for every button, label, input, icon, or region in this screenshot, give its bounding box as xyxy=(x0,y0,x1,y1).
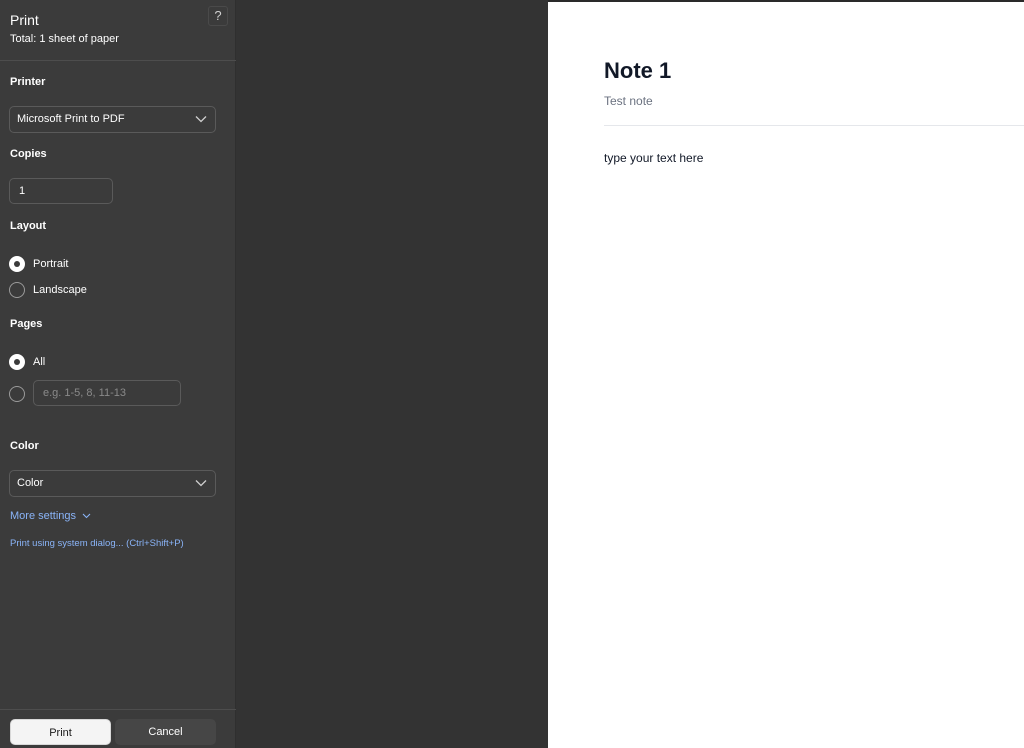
print-settings-panel: Print Total: 1 sheet of paper ? Printer … xyxy=(0,0,236,748)
pages-all-option[interactable]: All xyxy=(9,353,45,371)
copies-label: Copies xyxy=(10,148,47,160)
pages-all-label: All xyxy=(33,356,46,368)
cancel-button[interactable]: Cancel xyxy=(115,719,216,745)
more-settings-link[interactable]: More settings xyxy=(10,510,91,522)
copies-input[interactable]: 1 xyxy=(9,178,113,204)
header-divider xyxy=(0,60,236,61)
pages-custom-input[interactable]: e.g. 1-5, 8, 11-13 xyxy=(33,380,181,406)
landscape-label: Landscape xyxy=(33,284,87,296)
chevron-down-icon xyxy=(195,480,207,487)
pages-all-radio[interactable] xyxy=(9,354,25,370)
color-label: Color xyxy=(10,440,39,452)
landscape-radio[interactable] xyxy=(9,282,25,298)
chevron-down-icon xyxy=(82,513,91,519)
note-title: Note 1 xyxy=(604,58,672,83)
printer-label: Printer xyxy=(10,76,46,88)
chevron-down-icon xyxy=(195,116,207,123)
portrait-radio[interactable] xyxy=(9,256,25,272)
printer-select[interactable]: Microsoft Print to PDF xyxy=(9,106,216,133)
layout-portrait-option[interactable]: Portrait xyxy=(9,255,68,273)
note-divider xyxy=(604,125,1024,126)
help-icon: ? xyxy=(214,8,222,23)
pages-label: Pages xyxy=(10,318,43,330)
layout-landscape-option[interactable]: Landscape xyxy=(9,281,87,299)
color-select-value: Color xyxy=(17,477,44,489)
preview-page: Note 1 Test note type your text here xyxy=(548,0,1024,748)
note-subtitle: Test note xyxy=(604,94,653,108)
pages-custom-option[interactable] xyxy=(9,385,25,403)
footer-divider xyxy=(0,709,236,710)
system-dialog-link[interactable]: Print using system dialog... (Ctrl+Shift… xyxy=(10,538,184,549)
more-settings-label: More settings xyxy=(10,510,77,522)
printer-select-value: Microsoft Print to PDF xyxy=(17,113,125,125)
pages-custom-radio[interactable] xyxy=(9,386,25,402)
portrait-label: Portrait xyxy=(33,258,69,270)
dialog-title: Print xyxy=(10,12,39,28)
help-button[interactable]: ? xyxy=(208,6,228,26)
note-body: type your text here xyxy=(604,151,704,165)
layout-label: Layout xyxy=(10,220,47,232)
color-select[interactable]: Color xyxy=(9,470,216,497)
print-button[interactable]: Print xyxy=(10,719,111,745)
sheet-count: Total: 1 sheet of paper xyxy=(10,33,119,45)
